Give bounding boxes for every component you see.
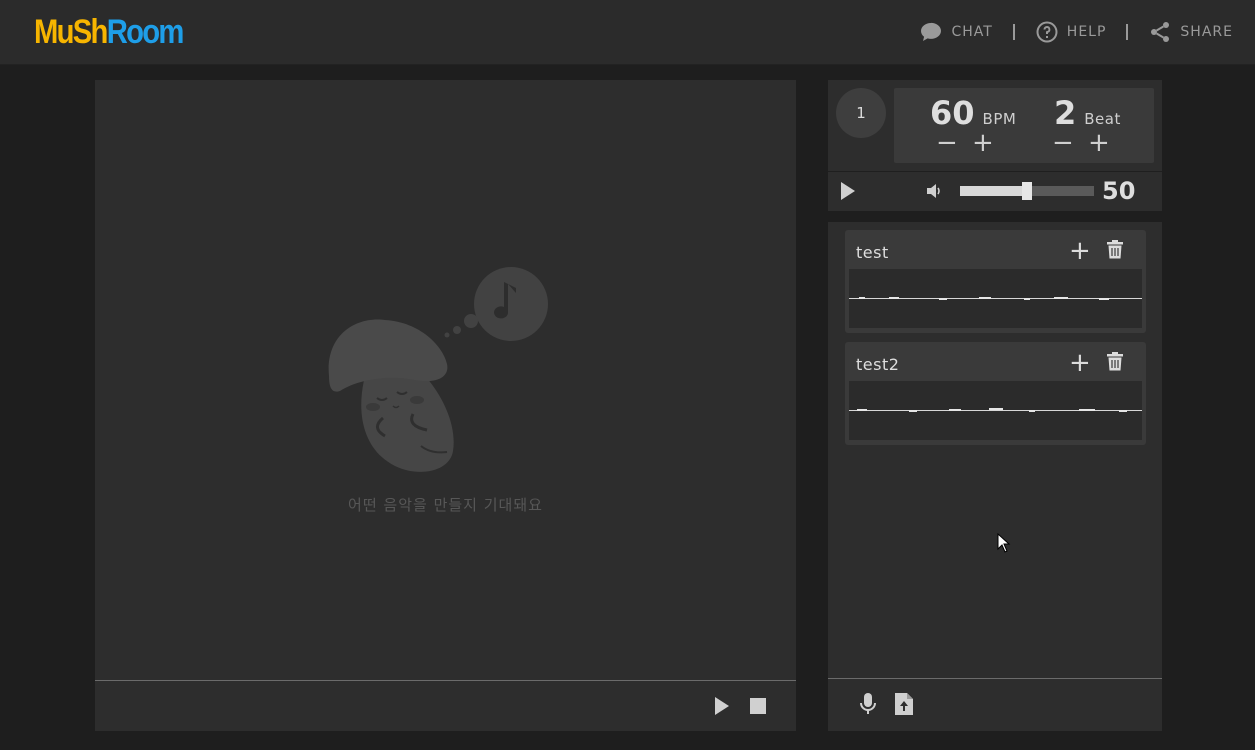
nav-help[interactable]: HELP xyxy=(1035,20,1107,44)
tracks-divider xyxy=(828,678,1162,679)
empty-stage-message: 어떤 음악을 만들지 기대돼요 xyxy=(348,496,543,514)
record-button[interactable] xyxy=(858,692,878,716)
stage-controls xyxy=(712,694,768,718)
bpm-value: 60 xyxy=(930,94,975,132)
bpm-increase-button[interactable]: + xyxy=(972,130,994,156)
nav-chat[interactable]: CHAT xyxy=(919,21,992,43)
bpm-display: 60 BPM xyxy=(930,94,1016,132)
volume-icon[interactable] xyxy=(926,183,944,203)
track-add-button[interactable]: + xyxy=(1069,238,1091,264)
header: MuShRoom CHAT HELP SHARE xyxy=(0,0,1255,65)
bpm-unit: BPM xyxy=(982,110,1017,128)
microphone-icon xyxy=(860,693,876,714)
track-delete-button[interactable] xyxy=(1107,352,1123,375)
volume-slider-thumb[interactable] xyxy=(1022,182,1032,200)
mouse-cursor-icon xyxy=(997,532,1011,557)
beat-adjust: − + xyxy=(1052,130,1110,156)
stage-panel: 어떤 음악을 만들지 기대돼요 xyxy=(95,80,796,731)
logo-part-1: MuSh xyxy=(34,13,108,51)
help-circle-icon xyxy=(1036,21,1058,43)
nav-divider xyxy=(1126,24,1129,40)
beat-unit: Beat xyxy=(1084,110,1121,128)
metronome-panel: 1 60 BPM 2 Beat − + − + 50 xyxy=(828,80,1162,211)
track-add-button[interactable]: + xyxy=(1069,350,1091,376)
bpm-decrease-button[interactable]: − xyxy=(936,130,958,156)
nav-divider xyxy=(1012,24,1015,40)
nav-chat-label: CHAT xyxy=(951,24,993,40)
track-card: test + xyxy=(845,230,1146,333)
logo[interactable]: MuShRoom xyxy=(34,12,185,52)
volume-slider-fill xyxy=(960,186,1027,196)
track-delete-button[interactable] xyxy=(1107,240,1123,263)
logo-part-2: Room xyxy=(106,13,185,51)
track-list-panel: test + test2 + xyxy=(828,222,1162,731)
file-upload-icon xyxy=(895,693,913,715)
beat-display: 2 Beat xyxy=(1054,94,1121,132)
stage-divider xyxy=(95,680,796,681)
metronome-divider xyxy=(828,171,1162,172)
volume-value: 50 xyxy=(1102,177,1136,205)
play-icon xyxy=(841,182,855,200)
volume-slider[interactable] xyxy=(960,182,1094,200)
share-icon xyxy=(1151,22,1170,42)
beat-value: 2 xyxy=(1054,94,1077,132)
trash-icon xyxy=(1107,240,1123,259)
track-tools xyxy=(858,692,914,716)
nav-share[interactable]: SHARE xyxy=(1148,20,1233,44)
track-name: test xyxy=(856,243,889,262)
tempo-box: 60 BPM 2 Beat − + − + xyxy=(894,88,1154,163)
trash-icon xyxy=(1107,352,1123,371)
top-nav: CHAT HELP SHARE xyxy=(919,18,1233,46)
track-name: test2 xyxy=(856,355,900,374)
metronome-play-button[interactable] xyxy=(840,181,856,205)
track-card: test2 + xyxy=(845,342,1146,445)
stop-icon xyxy=(750,698,766,714)
beat-counter: 1 xyxy=(836,88,886,138)
track-waveform[interactable] xyxy=(849,269,1142,328)
play-icon xyxy=(715,697,729,715)
stage-play-button[interactable] xyxy=(712,694,732,718)
nav-share-label: SHARE xyxy=(1180,24,1233,40)
stage-stop-button[interactable] xyxy=(748,694,768,718)
chat-bubble-icon xyxy=(921,22,942,41)
upload-file-button[interactable] xyxy=(894,692,914,716)
nav-help-label: HELP xyxy=(1066,24,1107,40)
mushroom-mascot-illustration xyxy=(325,266,555,485)
bpm-adjust: − + xyxy=(936,130,994,156)
track-waveform[interactable] xyxy=(849,381,1142,440)
beat-increase-button[interactable]: + xyxy=(1088,130,1110,156)
beat-decrease-button[interactable]: − xyxy=(1052,130,1074,156)
